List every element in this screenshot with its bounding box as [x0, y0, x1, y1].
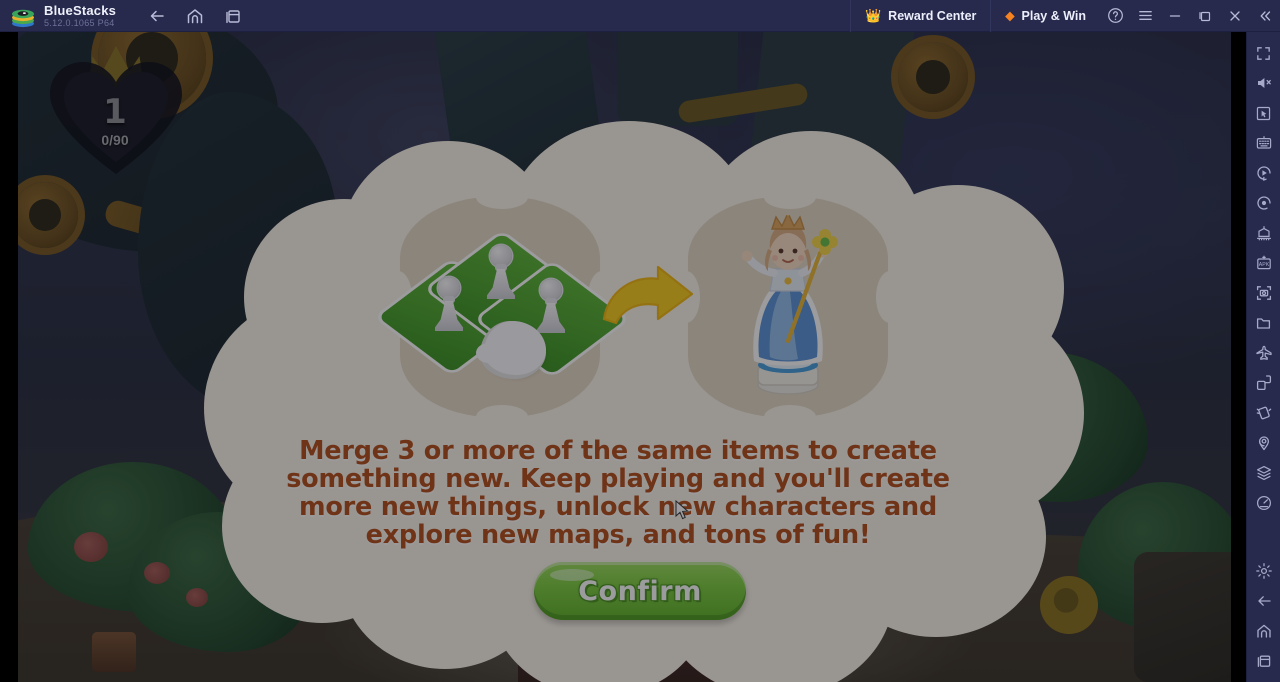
badge-star-icon: ⬥ — [1005, 7, 1015, 23]
princess-chess-piece-icon — [732, 210, 844, 397]
multi-instance-icon[interactable] — [222, 5, 244, 27]
hamburger-menu-icon[interactable] — [1130, 0, 1160, 32]
location-icon[interactable] — [1249, 428, 1279, 458]
dialog-body-text: Merge 3 or more of the same items to cre… — [286, 436, 950, 550]
crown-icon: 👑 — [864, 7, 882, 23]
merge-arrow-icon — [600, 261, 696, 335]
install-apk-icon[interactable] — [1249, 218, 1279, 248]
media-folder-icon[interactable] — [1249, 308, 1279, 338]
bluestacks-window: BlueStacks 5.12.0.1065 P64 👑 Reward Cent… — [0, 0, 1280, 682]
brand-version: 5.12.0.1065 P64 — [44, 17, 115, 28]
screenshot-icon[interactable] — [1249, 278, 1279, 308]
bg-rock-right — [1134, 552, 1231, 682]
bg-stump — [92, 632, 136, 672]
pawn-icon — [434, 277, 464, 331]
panel-notch — [764, 405, 816, 429]
panel-notch — [476, 185, 528, 209]
level-badge[interactable]: 1 0/90 — [36, 40, 194, 180]
pawn-icon — [536, 279, 566, 333]
collapse-sidebar-button[interactable] — [1250, 0, 1280, 32]
game-scene-background: 1 0/90 Merge 3 or more of the same items… — [18, 32, 1231, 682]
minimize-button[interactable] — [1160, 0, 1190, 32]
bg-block-1 — [618, 32, 738, 126]
shake-icon[interactable] — [1249, 398, 1279, 428]
macro-record-icon[interactable] — [1249, 158, 1279, 188]
three-pawns-on-grass-icon — [377, 225, 627, 385]
hand-cursor-icon — [476, 321, 546, 375]
level-number: 1 — [103, 92, 127, 132]
reward-center-button[interactable]: 👑 Reward Center — [849, 0, 990, 32]
titlebar-actions: 👑 Reward Center ⬥ Play & Win — [849, 0, 1280, 32]
help-icon[interactable] — [1100, 0, 1130, 32]
brand-name: BlueStacks — [44, 2, 117, 18]
game-viewport[interactable]: 1 0/90 Merge 3 or more of the same items… — [0, 32, 1246, 682]
home-icon[interactable] — [1249, 616, 1279, 646]
dialog-content: Merge 3 or more of the same items to cre… — [204, 137, 1084, 682]
bg-beam-2 — [677, 81, 809, 125]
fullscreen-icon[interactable] — [1249, 38, 1279, 68]
reward-center-label: Reward Center — [888, 8, 977, 23]
panel-notch — [476, 405, 528, 429]
svg-text:APK: APK — [1258, 262, 1269, 268]
bg-bush-4 — [1078, 482, 1231, 632]
bluestacks-logo-icon — [10, 3, 36, 29]
home-icon[interactable] — [184, 5, 206, 27]
level-progress: 0/90 — [101, 132, 129, 148]
bg-flower-2 — [144, 562, 170, 584]
rotate-icon[interactable] — [1249, 368, 1279, 398]
bluestacks-sidebar: APK — [1246, 32, 1280, 682]
recents-icon[interactable] — [1249, 646, 1279, 676]
close-button[interactable] — [1220, 0, 1250, 32]
maximize-button[interactable] — [1190, 0, 1220, 32]
panel-notch — [876, 271, 904, 323]
confirm-button[interactable]: Confirm — [534, 562, 746, 620]
panel-notch — [764, 185, 816, 209]
bg-gear-right — [898, 42, 968, 112]
play-and-win-label: Play & Win — [1021, 8, 1086, 23]
titlebar-nav — [146, 5, 244, 27]
play-and-win-button[interactable]: ⬥ Play & Win — [990, 0, 1100, 32]
title-bar: BlueStacks 5.12.0.1065 P64 👑 Reward Cent… — [0, 0, 1280, 32]
bg-flower-1 — [74, 532, 108, 562]
brand-block: BlueStacks 5.12.0.1065 P64 — [44, 4, 116, 28]
back-icon[interactable] — [1249, 586, 1279, 616]
script-icon[interactable] — [1249, 188, 1279, 218]
layers-icon[interactable] — [1249, 458, 1279, 488]
performance-icon[interactable] — [1249, 488, 1279, 518]
bg-gear-small — [18, 182, 78, 248]
apk-plus-icon[interactable]: APK — [1249, 248, 1279, 278]
confirm-label: Confirm — [578, 575, 702, 607]
button-gloss — [550, 569, 594, 581]
keyboard-icon[interactable] — [1249, 128, 1279, 158]
mouse-cursor — [675, 499, 689, 520]
pawn-icon — [486, 245, 516, 299]
back-icon[interactable] — [146, 5, 168, 27]
gear-icon[interactable] — [1249, 556, 1279, 586]
cursor-pointer-icon[interactable] — [1249, 98, 1279, 128]
mute-icon[interactable] — [1249, 68, 1279, 98]
airplane-icon[interactable] — [1249, 338, 1279, 368]
tutorial-dialog: Merge 3 or more of the same items to cre… — [204, 121, 1084, 682]
